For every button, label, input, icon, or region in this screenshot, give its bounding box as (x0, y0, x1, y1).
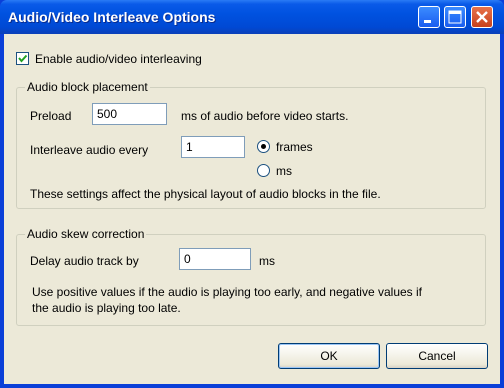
delay-input[interactable] (179, 248, 251, 270)
dialog-client-area: Enable audio/video interleaving Audio bl… (4, 34, 500, 384)
ok-button[interactable]: OK (278, 343, 380, 369)
ms-radio[interactable] (257, 164, 270, 177)
minimize-button[interactable] (418, 6, 440, 28)
window-title: Audio/Video Interleave Options (8, 9, 216, 25)
close-button[interactable] (471, 6, 493, 28)
ms-radio-label[interactable]: ms (276, 164, 292, 178)
skew-note-line2: the audio is playing too late. (32, 301, 181, 315)
audio-block-note: These settings affect the physical layou… (30, 187, 381, 201)
minimize-icon (424, 20, 431, 23)
cancel-button[interactable]: Cancel (386, 343, 488, 369)
title-bar[interactable]: Audio/Video Interleave Options (0, 0, 504, 34)
delay-suffix: ms (259, 254, 275, 268)
enable-interleave-label[interactable]: Enable audio/video interleaving (35, 52, 202, 66)
preload-input[interactable] (92, 103, 167, 125)
preload-suffix: ms of audio before video starts. (181, 109, 349, 123)
skew-note-line1: Use positive values if the audio is play… (32, 285, 423, 299)
frames-radio[interactable] (257, 140, 270, 153)
maximize-button[interactable] (444, 6, 466, 28)
dialog-window: Audio/Video Interleave Options Enable au… (0, 0, 504, 388)
interleave-label: Interleave audio every (30, 143, 149, 157)
close-icon (476, 11, 488, 23)
interleave-input[interactable] (181, 136, 245, 158)
enable-interleave-checkbox[interactable] (16, 52, 29, 65)
skew-legend: Audio skew correction (25, 227, 147, 241)
audio-block-legend: Audio block placement (25, 80, 150, 94)
delay-label: Delay audio track by (30, 254, 139, 268)
maximize-icon (448, 10, 462, 24)
frames-radio-label[interactable]: frames (276, 140, 313, 154)
checkmark-icon (18, 54, 28, 63)
preload-label: Preload (30, 109, 72, 123)
